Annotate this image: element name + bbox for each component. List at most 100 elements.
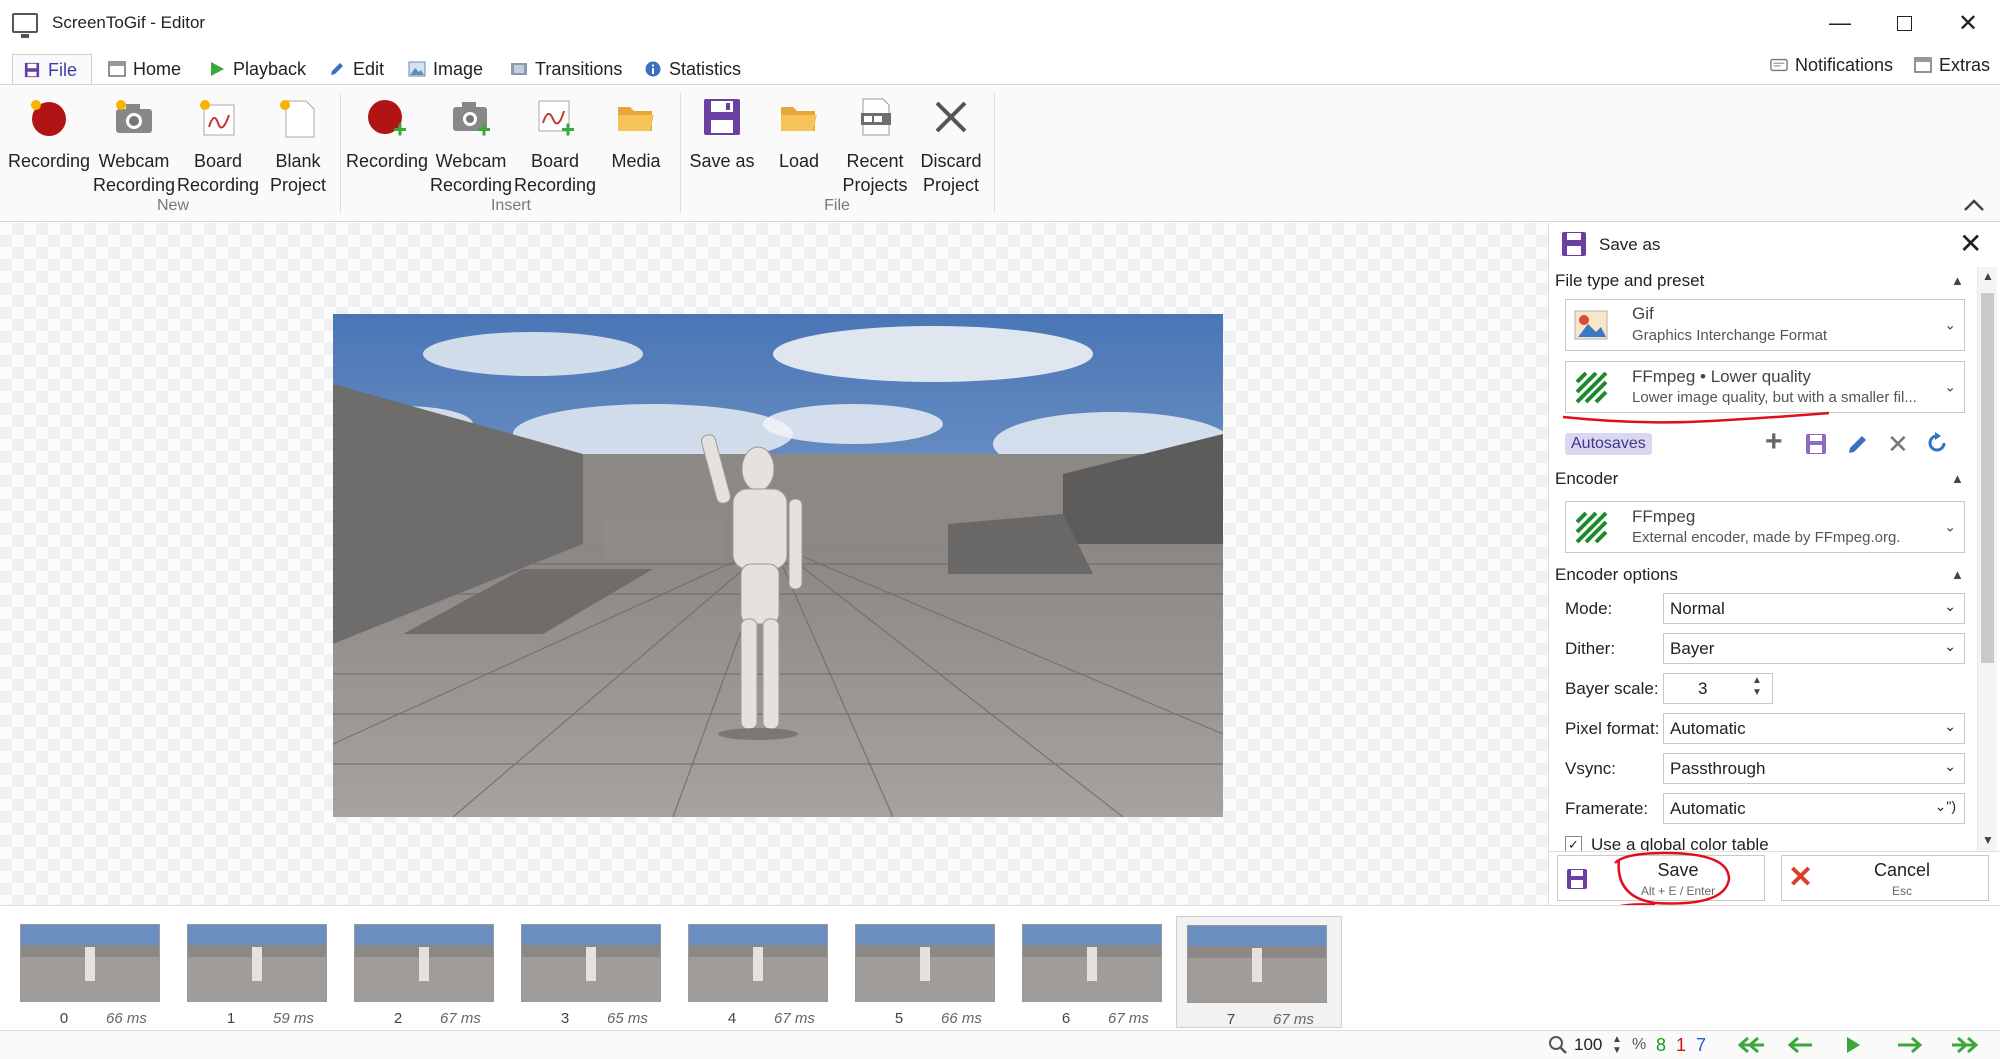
- frame-thumbnail[interactable]: 1 59 ms: [181, 916, 341, 1028]
- discard-project-button[interactable]: Discard Project: [910, 95, 992, 197]
- framerate-value: Automatic: [1670, 799, 1746, 818]
- encoder-dropdown[interactable]: FFmpeg External encoder, made by FFmpeg.…: [1565, 501, 1965, 553]
- recent-projects-button[interactable]: Recent Projects: [834, 95, 916, 197]
- preset-dropdown[interactable]: FFmpeg • Lower quality Lower image quali…: [1565, 361, 1965, 413]
- ribbon-separator: [340, 93, 341, 213]
- frame-thumbnail[interactable]: 0 66 ms: [14, 916, 174, 1028]
- frame-delay: 67 ms: [440, 1010, 481, 1027]
- tab-statistics[interactable]: Statistics: [634, 54, 751, 84]
- last-frame-icon[interactable]: [1950, 1036, 1982, 1054]
- collapse-chevron-icon[interactable]: ▲: [1951, 273, 1964, 288]
- home-icon: [108, 61, 126, 77]
- panel-scrollbar[interactable]: ▲ ▼: [1977, 267, 1997, 852]
- frame-thumbnail[interactable]: 6 67 ms: [1016, 916, 1176, 1028]
- scroll-down-icon[interactable]: ▼: [1982, 833, 1994, 847]
- vsync-select[interactable]: Passthrough ⌄: [1663, 753, 1965, 784]
- collapse-ribbon-chevron-icon[interactable]: [1962, 197, 1986, 213]
- notifications-label: Notifications: [1795, 54, 1894, 75]
- tab-playback[interactable]: Playback: [198, 54, 316, 84]
- remove-preset-icon[interactable]: ✕: [1887, 429, 1909, 460]
- checkbox-checked-icon[interactable]: ✓: [1565, 836, 1582, 851]
- frame-index: 1: [226, 1010, 236, 1027]
- new-board-recording-button[interactable]: Board Recording: [177, 95, 259, 197]
- close-button[interactable]: ✕: [1936, 0, 2000, 46]
- button-label: Webcam: [98, 151, 170, 171]
- frame-thumbnail-image: [1187, 925, 1327, 1003]
- insert-board-recording-button[interactable]: Board Recording: [514, 95, 596, 197]
- zoom-value[interactable]: 100: [1574, 1035, 1602, 1055]
- frame-index: 7: [1226, 1011, 1236, 1028]
- new-webcam-recording-button[interactable]: Webcam Recording: [93, 95, 175, 197]
- frame-index: 3: [560, 1010, 570, 1027]
- frame-delay: 67 ms: [1273, 1011, 1314, 1028]
- section-file-type: File type and preset: [1555, 271, 1705, 290]
- frame-delay: 66 ms: [106, 1010, 147, 1027]
- button-label: Blank: [275, 151, 321, 171]
- pixel-format-select[interactable]: Automatic ⌄: [1663, 713, 1965, 744]
- tab-label: Transitions: [535, 58, 623, 79]
- frame-thumbnail-selected[interactable]: 7 67 ms: [1176, 916, 1342, 1028]
- tab-transitions[interactable]: Transitions: [500, 54, 632, 84]
- stepper-arrows-icon[interactable]: ▲ ▼: [1752, 675, 1762, 699]
- insert-recording-button[interactable]: Recording: [346, 95, 428, 173]
- button-label: Media: [611, 151, 661, 171]
- insert-webcam-recording-button[interactable]: Webcam Recording: [430, 95, 512, 197]
- button-label: Board: [530, 151, 580, 171]
- next-frame-icon[interactable]: [1896, 1036, 1924, 1054]
- blank-page-icon: [280, 100, 315, 138]
- mode-label: Mode:: [1565, 599, 1613, 618]
- close-panel-icon[interactable]: ✕: [1959, 227, 1982, 260]
- tab-home[interactable]: Home: [98, 54, 191, 84]
- maximize-button[interactable]: [1872, 0, 1936, 46]
- edit-preset-icon[interactable]: [1847, 433, 1869, 455]
- frame-current-index: 7: [1696, 1035, 1707, 1055]
- scene-picture: [333, 314, 1223, 817]
- frame-thumbnail-image: [855, 924, 995, 1002]
- frame-thumbnail[interactable]: 3 65 ms: [515, 916, 675, 1028]
- file-type-dropdown[interactable]: Gif Graphics Interchange Format ⌄: [1565, 299, 1965, 351]
- notifications-button[interactable]: Notifications: [1760, 50, 1903, 80]
- first-frame-icon[interactable]: [1734, 1036, 1766, 1054]
- chevron-down-icon: ⌄: [1944, 638, 1956, 654]
- frame-thumbnail[interactable]: 2 67 ms: [348, 916, 508, 1028]
- pixel-format-value: Automatic: [1670, 719, 1746, 738]
- framerate-select[interactable]: Automatic ⌄"): [1663, 793, 1965, 824]
- save-as-panel: Save as ✕ File type and preset ▲ ▲ ▼ Gif…: [1548, 223, 2000, 909]
- button-label: Save as: [689, 151, 755, 171]
- cancel-button[interactable]: ✕ Cancel Esc: [1781, 855, 1989, 901]
- save-preset-icon[interactable]: [1805, 433, 1827, 455]
- scroll-up-icon[interactable]: ▲: [1982, 269, 1994, 283]
- dither-select[interactable]: Bayer ⌄: [1663, 633, 1965, 664]
- frame-thumbnail[interactable]: 5 66 ms: [849, 916, 1009, 1028]
- collapse-chevron-icon[interactable]: ▲: [1951, 471, 1964, 486]
- extras-button[interactable]: Extras: [1904, 50, 2000, 80]
- tab-edit[interactable]: Edit: [318, 54, 394, 84]
- load-button[interactable]: Load: [758, 95, 840, 173]
- previous-frame-icon[interactable]: [1786, 1036, 1814, 1054]
- tab-file[interactable]: File: [12, 54, 92, 85]
- tab-label: Playback: [233, 58, 307, 79]
- camera-plus-icon: [453, 102, 490, 136]
- pixel-format-label: Pixel format:: [1565, 719, 1660, 738]
- tab-image[interactable]: Image: [398, 54, 493, 84]
- zoom-stepper-icon[interactable]: ▲ ▼: [1612, 1034, 1622, 1056]
- frame-thumbnail[interactable]: 4 67 ms: [682, 916, 842, 1028]
- title-bar: ScreenToGif - Editor — ✕: [0, 0, 2000, 46]
- mode-select[interactable]: Normal ⌄: [1663, 593, 1965, 624]
- save-as-button[interactable]: Save as: [681, 95, 763, 173]
- ffmpeg-logo-icon: [1575, 371, 1608, 404]
- reset-preset-icon[interactable]: [1925, 431, 1949, 455]
- zoom-percent: %: [1632, 1036, 1647, 1053]
- scrollbar-thumb[interactable]: [1981, 293, 1994, 663]
- collapse-chevron-icon[interactable]: ▲: [1951, 567, 1964, 582]
- autosaves-badge[interactable]: Autosaves: [1565, 433, 1652, 455]
- minimize-button[interactable]: —: [1808, 0, 1872, 46]
- preset-name: FFmpeg • Lower quality: [1632, 367, 1811, 386]
- new-blank-project-button[interactable]: Blank Project: [257, 95, 339, 197]
- bayer-scale-stepper[interactable]: 3 ▲ ▼: [1663, 673, 1773, 704]
- add-preset-icon[interactable]: +: [1765, 425, 1783, 459]
- new-recording-button[interactable]: Recording: [8, 95, 90, 173]
- save-icon: [1562, 232, 1586, 256]
- insert-media-button[interactable]: Media: [595, 95, 677, 173]
- play-icon[interactable]: [1844, 1035, 1862, 1055]
